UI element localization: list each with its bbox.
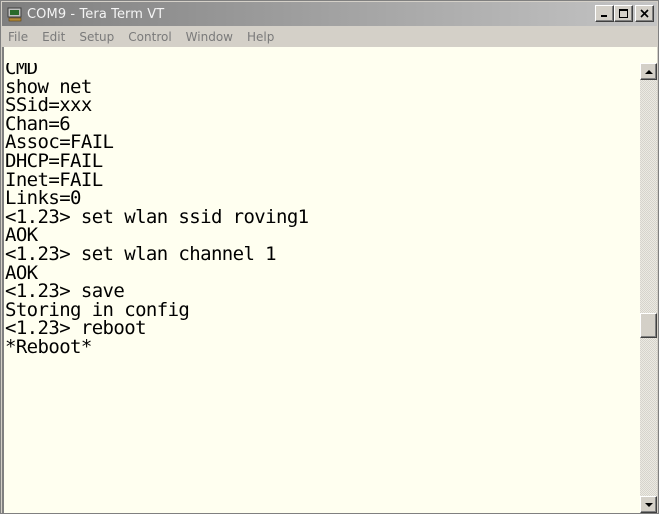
menu-help[interactable]: Help xyxy=(240,30,281,44)
terminal-line: *Reboot* xyxy=(5,335,92,358)
terminal-line: <1.23> set wlan channel 1 xyxy=(5,242,277,265)
menu-edit[interactable]: Edit xyxy=(35,30,72,44)
arrow-down-icon xyxy=(644,502,653,507)
terminal-line: <1.23> save xyxy=(5,280,125,303)
minimize-icon xyxy=(601,15,607,17)
tera-term-window: COM9 - Tera Term VT File Edit Setup Cont… xyxy=(0,0,659,514)
window-title: COM9 - Tera Term VT xyxy=(27,6,165,22)
client-area: CMD show net SSid=xxx Chan=6 Assoc=FAIL … xyxy=(2,63,657,513)
arrow-up-icon xyxy=(644,69,653,74)
close-button[interactable] xyxy=(635,5,654,22)
terminal-output: CMD show net SSid=xxx Chan=6 Assoc=FAIL … xyxy=(4,63,309,357)
terminal-top-edge xyxy=(2,47,657,63)
terminal-line: DHCP=FAIL xyxy=(5,149,103,172)
terminal-line: SSid=xxx xyxy=(5,94,92,117)
close-icon xyxy=(640,9,649,18)
menu-window[interactable]: Window xyxy=(179,30,240,44)
caption-buttons xyxy=(595,5,654,22)
maximize-icon xyxy=(619,9,628,18)
scroll-up-button[interactable] xyxy=(640,63,657,80)
title-bar[interactable]: COM9 - Tera Term VT xyxy=(2,2,657,26)
terminal-line: <1.23> set wlan ssid roving1 xyxy=(5,205,309,228)
minimize-button[interactable] xyxy=(595,5,614,22)
vertical-scrollbar[interactable] xyxy=(640,63,657,513)
terminal-screen[interactable]: CMD show net SSid=xxx Chan=6 Assoc=FAIL … xyxy=(2,63,640,513)
tera-term-icon[interactable] xyxy=(7,6,23,22)
menu-bar: File Edit Setup Control Window Help xyxy=(2,26,657,47)
scrollbar-thumb[interactable] xyxy=(640,313,657,338)
terminal-line: Links=0 xyxy=(5,187,81,210)
menu-file[interactable]: File xyxy=(2,30,35,44)
maximize-button[interactable] xyxy=(614,5,633,22)
menu-setup[interactable]: Setup xyxy=(72,30,121,44)
menu-control[interactable]: Control xyxy=(121,30,178,44)
scroll-down-button[interactable] xyxy=(640,496,657,513)
